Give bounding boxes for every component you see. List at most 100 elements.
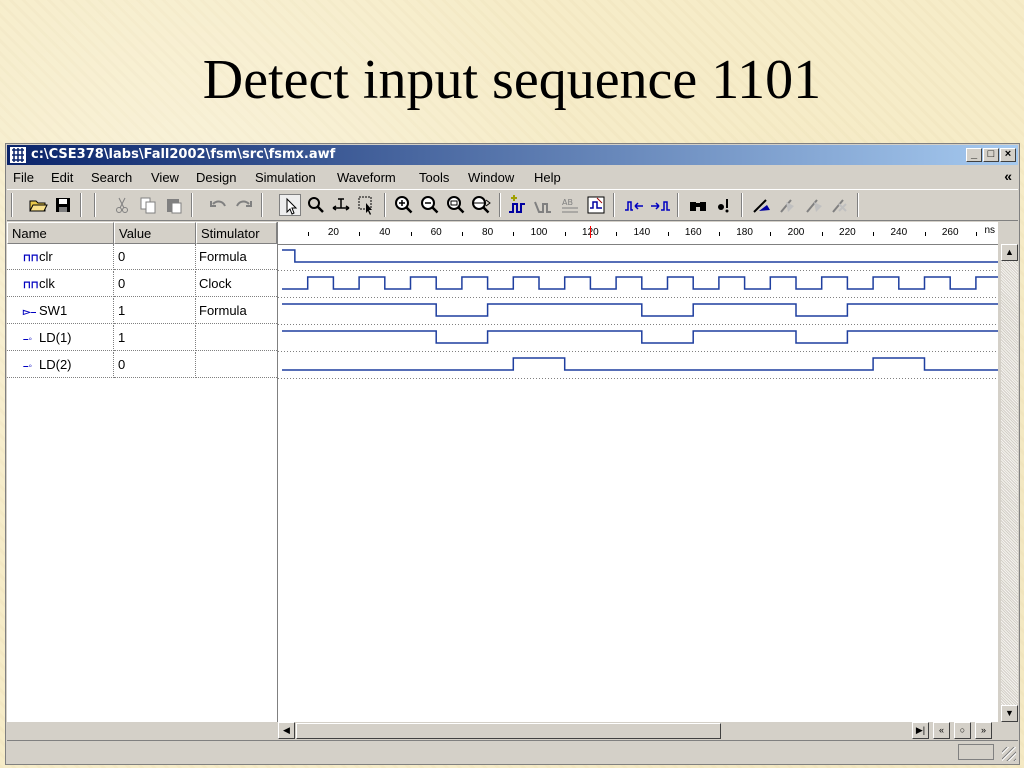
title-bar[interactable]: c:\CSE378\labs\Fall2002\fsm\src\fsmx.awf…	[7, 145, 1018, 165]
toolbar-separator	[80, 193, 82, 217]
signal-properties-icon[interactable]	[585, 194, 607, 216]
toolbar-grip[interactable]	[94, 193, 96, 217]
menu-bar: File Edit Search View Design Simulation …	[7, 167, 1018, 187]
signal-name: LD(2)	[39, 357, 72, 372]
minimize-button[interactable]: _	[966, 148, 982, 162]
move-left-icon[interactable]	[623, 194, 645, 216]
ruler-tick-label: 180	[736, 227, 753, 238]
move-right-icon[interactable]	[649, 194, 671, 216]
horizontal-scrollbar[interactable]: ◀ ▶| « ○ »	[278, 722, 998, 740]
remove-signal-icon[interactable]	[533, 194, 555, 216]
toolbar: AB	[7, 189, 1018, 221]
copy-icon[interactable]	[137, 194, 159, 216]
signal-value: 0	[114, 244, 196, 270]
output-pin-icon: –◦	[23, 361, 33, 372]
waveform-canvas[interactable]	[278, 244, 998, 724]
signal-stimulator[interactable]	[196, 325, 277, 351]
waveform-ld1[interactable]	[282, 330, 998, 344]
signal-row-ld2[interactable]: –◦ LD(2) 0	[7, 352, 277, 379]
app-icon	[10, 147, 26, 163]
ruler-minor-tick	[924, 232, 926, 236]
horizontal-scroll-thumb[interactable]	[296, 723, 721, 739]
zoom-range-icon[interactable]	[470, 194, 492, 216]
menu-waveform[interactable]: Waveform	[337, 170, 396, 185]
open-folder-icon[interactable]	[27, 194, 49, 216]
ruler-minor-tick	[821, 232, 823, 236]
signal-row-sw1[interactable]: ▻– SW1 1 Formula	[7, 298, 277, 325]
signal-stimulator[interactable]: Clock	[196, 271, 277, 297]
window-title: c:\CSE378\labs\Fall2002\fsm\src\fsmx.awf	[31, 147, 336, 162]
measure-tool-icon[interactable]	[330, 194, 352, 216]
ruler-tick-label: 100	[530, 227, 548, 238]
resize-grip-icon[interactable]	[1002, 747, 1016, 761]
column-header-name[interactable]: Name	[7, 222, 114, 244]
menu-help[interactable]: Help	[534, 170, 561, 185]
ruler-minor-tick	[770, 232, 772, 236]
find-next-icon[interactable]	[713, 194, 735, 216]
bus-signal-icon[interactable]: AB	[559, 194, 581, 216]
input-signal-icon: ⊓⊓	[23, 280, 39, 291]
column-header-value[interactable]: Value	[114, 222, 196, 244]
time-cursor-marker[interactable]	[590, 226, 592, 238]
undo-icon[interactable]	[207, 194, 229, 216]
menu-simulation[interactable]: Simulation	[255, 170, 316, 185]
save-disk-icon[interactable]	[52, 194, 74, 216]
zoom-fit-icon[interactable]	[445, 194, 467, 216]
vertical-scrollbar[interactable]: ▲ ▼	[1001, 244, 1018, 722]
waveform-sw1[interactable]	[282, 303, 998, 317]
menu-file[interactable]: File	[13, 170, 34, 185]
input-pin-icon: ▻–	[23, 307, 37, 318]
waveform-clr[interactable]	[282, 249, 998, 263]
maximize-button[interactable]: □	[983, 148, 999, 162]
ruler-minor-tick	[359, 232, 361, 236]
scroll-center-icon[interactable]: ○	[954, 722, 971, 739]
slide-title: Detect input sequence 1101	[202, 49, 822, 111]
bookmark-next-icon[interactable]	[803, 194, 825, 216]
ruler-minor-tick	[513, 232, 515, 236]
waveform-area[interactable]: ns 20406080100120140160180200220240260	[277, 222, 998, 722]
zoom-tool-icon[interactable]	[305, 194, 327, 216]
signal-row-clk[interactable]: ⊓⊓clk 0 Clock	[7, 271, 277, 298]
menu-tools[interactable]: Tools	[419, 170, 449, 185]
scroll-down-icon[interactable]: ▼	[1001, 705, 1018, 722]
cut-icon[interactable]	[111, 194, 133, 216]
find-binoculars-icon[interactable]	[687, 194, 709, 216]
waveform-ld2[interactable]	[282, 357, 998, 371]
close-button[interactable]: ×	[1000, 148, 1016, 162]
scroll-end-icon[interactable]: ▶|	[912, 722, 929, 739]
bookmark-prev-icon[interactable]	[777, 194, 799, 216]
add-signal-icon[interactable]	[507, 194, 529, 216]
signal-stimulator[interactable]: Formula	[196, 244, 277, 270]
menu-edit[interactable]: Edit	[51, 170, 73, 185]
paste-icon[interactable]	[163, 194, 185, 216]
signal-name: clr	[39, 249, 53, 264]
bookmark-add-icon[interactable]	[751, 194, 773, 216]
menu-view[interactable]: View	[151, 170, 179, 185]
scroll-first-icon[interactable]: «	[933, 722, 950, 739]
bookmark-clear-icon[interactable]	[829, 194, 851, 216]
toolbar-separator	[741, 193, 743, 217]
signal-stimulator[interactable]: Formula	[196, 298, 277, 324]
redo-icon[interactable]	[233, 194, 255, 216]
column-header-stimulator[interactable]: Stimulator	[196, 222, 277, 244]
select-region-icon[interactable]	[356, 194, 378, 216]
scroll-last-icon[interactable]: »	[975, 722, 992, 739]
ruler-minor-tick	[461, 232, 463, 236]
input-signal-icon: ⊓⊓	[23, 253, 39, 264]
signal-stimulator[interactable]	[196, 352, 277, 378]
signal-row-ld1[interactable]: –◦ LD(1) 1	[7, 325, 277, 352]
zoom-in-icon[interactable]	[393, 194, 415, 216]
menu-window[interactable]: Window	[468, 170, 514, 185]
menu-design[interactable]: Design	[196, 170, 236, 185]
toolbar-grip[interactable]	[11, 193, 13, 217]
zoom-out-icon[interactable]	[419, 194, 441, 216]
waveform-clk[interactable]	[282, 276, 998, 290]
ruler-minor-tick	[718, 232, 720, 236]
signal-row-clr[interactable]: ⊓⊓clr 0 Formula	[7, 244, 277, 271]
menu-search[interactable]: Search	[91, 170, 132, 185]
menu-chevron-icon[interactable]: «	[1004, 168, 1012, 184]
scroll-up-icon[interactable]: ▲	[1001, 244, 1018, 261]
time-ruler[interactable]: ns 20406080100120140160180200220240260	[278, 222, 998, 245]
scroll-left-icon[interactable]: ◀	[278, 722, 295, 739]
select-pointer-icon[interactable]	[279, 194, 301, 216]
